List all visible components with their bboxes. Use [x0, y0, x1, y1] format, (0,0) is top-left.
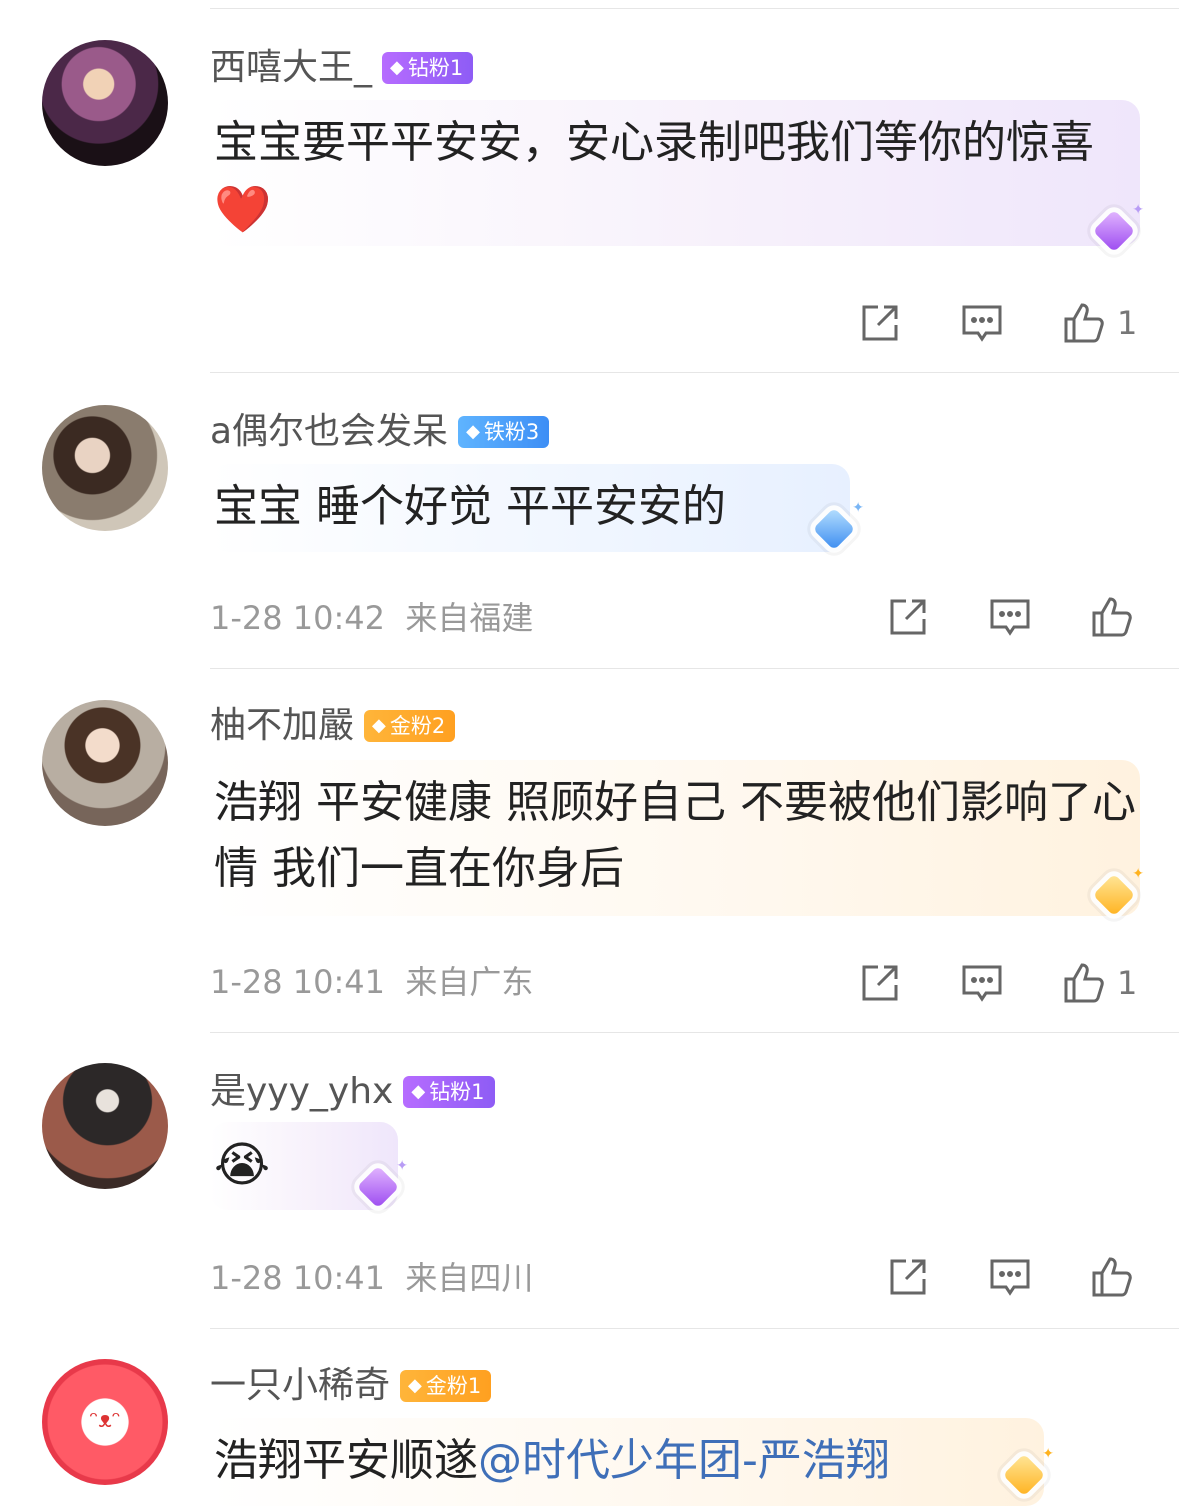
like-icon [1092, 597, 1132, 637]
fan-badge[interactable]: ◆ 钻粉1 [403, 1076, 495, 1108]
badge-label: 金粉1 [425, 1374, 482, 1398]
divider [210, 8, 1179, 9]
like-button[interactable] [1087, 592, 1137, 642]
comment-header: 一只小稀奇 ◆ 金粉1 [210, 1364, 492, 1408]
divider [210, 372, 1179, 373]
share-button[interactable] [883, 1252, 933, 1302]
divider [210, 668, 1179, 669]
share-button[interactable] [883, 592, 933, 642]
avatar[interactable] [42, 700, 168, 826]
comment-bubble[interactable]: 浩翔平安顺遂@时代少年团-严浩翔 [210, 1418, 1044, 1506]
comment-bubble[interactable]: 浩翔 平安健康 照顾好自己 不要被他们影响了心情 我们一直在你身后 [210, 760, 1140, 916]
fan-badge[interactable]: ◆ 金粉2 [364, 710, 456, 742]
diamond-icon: ◆ [372, 715, 386, 736]
username[interactable]: 柚不加嚴 [210, 704, 354, 748]
timestamp: 1-28 10:41 [210, 1259, 386, 1297]
comment-header: 柚不加嚴 ◆ 金粉2 [210, 704, 456, 748]
timestamp: 1-28 10:41 [210, 963, 386, 1001]
like-button[interactable] [1059, 958, 1109, 1008]
diamond-bubble-icon: ✦ [346, 1158, 410, 1210]
comment-button[interactable] [985, 1252, 1035, 1302]
comment-meta: 1-28 10:42 来自福建 [210, 598, 533, 638]
like-count: 1 [1117, 304, 1138, 342]
comment-text: 浩翔 平安健康 照顾好自己 不要被他们影响了心情 我们一直在你身后 [214, 777, 1136, 894]
comment-header: 是yyy_yhx ◆ 钻粉1 [210, 1070, 495, 1114]
avatar[interactable] [42, 40, 168, 166]
diamond-icon: ◆ [411, 1081, 426, 1102]
like-button[interactable] [1059, 298, 1109, 348]
like-icon [1064, 303, 1104, 343]
comment-icon [962, 965, 1002, 1002]
badge-label: 钻粉1 [429, 1080, 485, 1104]
share-button[interactable] [855, 958, 905, 1008]
comment-bubble[interactable]: 宝宝 睡个好觉 平平安安的 [210, 464, 850, 552]
heart-emoji: ❤️ [214, 182, 272, 236]
mention-link[interactable]: @时代少年团-严浩翔 [478, 1435, 890, 1486]
comment-meta: 1-28 10:41 来自广东 [210, 962, 533, 1002]
diamond-bubble-icon: ✦ [992, 1446, 1056, 1498]
like-icon [1064, 963, 1104, 1003]
comment-text: 浩翔平安顺遂 [214, 1435, 478, 1486]
username[interactable]: 是yyy_yhx [210, 1070, 393, 1114]
comment-header: 西嘻大王_ ◆ 钻粉1 [210, 46, 474, 90]
comment-icon [990, 1259, 1030, 1296]
comment-text: 宝宝要平平安安，安心录制吧我们等你的惊喜 [214, 117, 1094, 168]
comment-meta: 1-28 10:41 来自四川 [210, 1258, 533, 1298]
comment-actions: 1 [803, 958, 1137, 1008]
comment-icon [990, 599, 1030, 636]
diamond-icon: ◆ [408, 1375, 422, 1396]
fan-badge[interactable]: ◆ 铁粉3 [458, 416, 550, 448]
fan-badge[interactable]: ◆ 金粉1 [400, 1370, 492, 1402]
username[interactable]: 一只小稀奇 [210, 1364, 390, 1408]
timestamp: 1-28 10:42 [210, 599, 386, 637]
comment-icon [962, 305, 1002, 342]
location: 来自广东 [405, 963, 534, 1001]
comment-text: 宝宝 睡个好觉 平平安安的 [214, 481, 726, 532]
comment-button[interactable] [957, 958, 1007, 1008]
fan-badge[interactable]: ◆ 钻粉1 [382, 52, 474, 84]
comment-actions [831, 592, 1137, 642]
location: 来自福建 [405, 599, 534, 637]
comment-button[interactable] [957, 298, 1007, 348]
diamond-bubble-icon: ✦ [1082, 866, 1146, 918]
comment-bubble[interactable]: 宝宝要平平安安，安心录制吧我们等你的惊喜 ❤️ [210, 100, 1140, 246]
like-button[interactable] [1087, 1252, 1137, 1302]
badge-label: 铁粉3 [483, 420, 540, 444]
share-icon [890, 1259, 926, 1295]
avatar[interactable] [42, 1063, 168, 1189]
cat-face-icon: ᵔᴥᵔ [89, 1408, 121, 1433]
like-icon [1092, 1257, 1132, 1297]
divider [210, 1328, 1179, 1329]
share-icon [890, 599, 926, 635]
diamond-bubble-icon: ✦ [1082, 202, 1146, 254]
like-count: 1 [1117, 964, 1138, 1002]
badge-label: 钻粉1 [407, 56, 464, 80]
comment-button[interactable] [985, 592, 1035, 642]
username[interactable]: a偶尔也会发呆 [210, 410, 448, 454]
divider [210, 1032, 1179, 1033]
diamond-icon: ◆ [466, 421, 480, 442]
share-icon [862, 965, 898, 1001]
comment-header: a偶尔也会发呆 ◆ 铁粉3 [210, 410, 550, 454]
diamond-bubble-icon: ✦ [802, 500, 866, 552]
comment-actions: 1 [803, 298, 1137, 348]
badge-label: 金粉2 [389, 714, 446, 738]
avatar[interactable]: ᵔᴥᵔ [42, 1359, 168, 1485]
username[interactable]: 西嘻大王_ [210, 46, 372, 90]
avatar[interactable] [42, 405, 168, 531]
share-button[interactable] [855, 298, 905, 348]
crying-emoji: 😭 [214, 1137, 271, 1193]
diamond-icon: ◆ [390, 57, 404, 78]
share-icon [862, 305, 898, 341]
comment-actions [831, 1252, 1137, 1302]
location: 来自四川 [405, 1259, 534, 1297]
